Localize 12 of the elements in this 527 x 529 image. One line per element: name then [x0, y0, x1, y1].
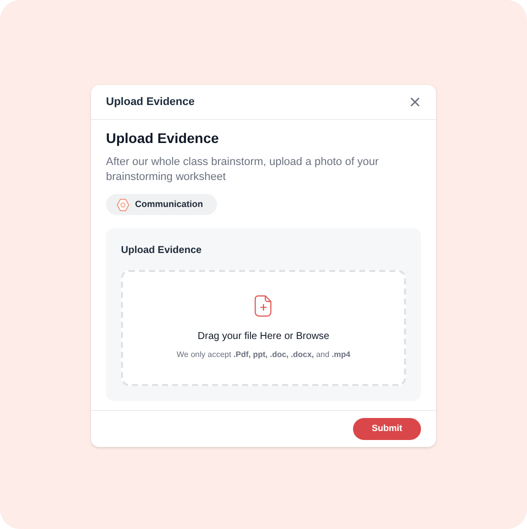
drop-zone[interactable]: Drag your file Here or Browse We only accept .Pdf, ppt, .doc, .docx, and .mp4 — [121, 270, 406, 386]
upload-title: Upload Evidence — [121, 244, 203, 258]
submit-button[interactable]: Submit — [353, 418, 421, 440]
heading: Upload Evidence — [106, 129, 220, 148]
accepted-formats: We only accept .Pdf, ppt, .doc, .docx, and .mp4 — [176, 348, 350, 360]
dialog-title: Upload Evidence — [106, 94, 195, 110]
close-icon[interactable] — [409, 96, 421, 108]
file-add-icon — [254, 294, 273, 316]
drop-prompt: Drag your file Here or Browse — [198, 330, 330, 344]
description: After our whole class brainstorm, upload a photo of your brainstorming worksheet — [106, 155, 380, 185]
hexagon-icon — [116, 198, 130, 212]
tag-label: Communication — [135, 198, 204, 211]
